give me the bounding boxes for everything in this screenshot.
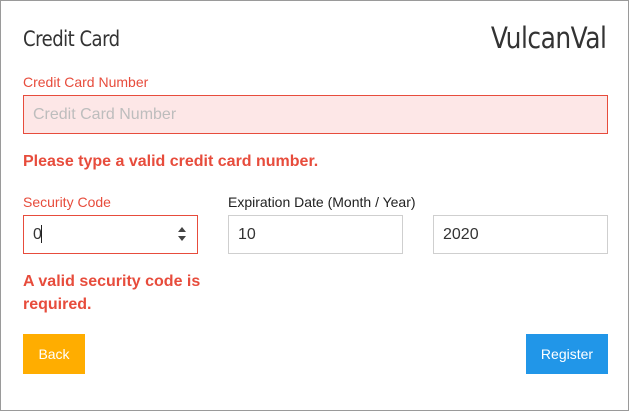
security-code-input[interactable] bbox=[23, 215, 198, 254]
card-number-label: Credit Card Number bbox=[23, 74, 149, 90]
credit-card-form: Credit Card VulcanVal Credit Card Number… bbox=[0, 0, 629, 411]
text-cursor bbox=[41, 225, 42, 243]
card-number-error: Please type a valid credit card number. bbox=[23, 153, 319, 170]
brand-logo: VulcanVal bbox=[490, 21, 606, 55]
security-code-label: Security Code bbox=[23, 194, 111, 210]
form-title: Credit Card bbox=[23, 27, 120, 51]
register-button[interactable]: Register bbox=[526, 334, 608, 374]
card-number-input[interactable] bbox=[23, 95, 608, 134]
number-spinner-icon[interactable] bbox=[178, 225, 186, 243]
expiration-year-input[interactable] bbox=[433, 215, 608, 254]
back-button[interactable]: Back bbox=[23, 334, 85, 374]
expiration-month-input[interactable] bbox=[228, 215, 403, 254]
security-code-error: A valid security code is required. bbox=[23, 273, 201, 313]
expiration-label: Expiration Date (Month / Year) bbox=[228, 194, 416, 210]
